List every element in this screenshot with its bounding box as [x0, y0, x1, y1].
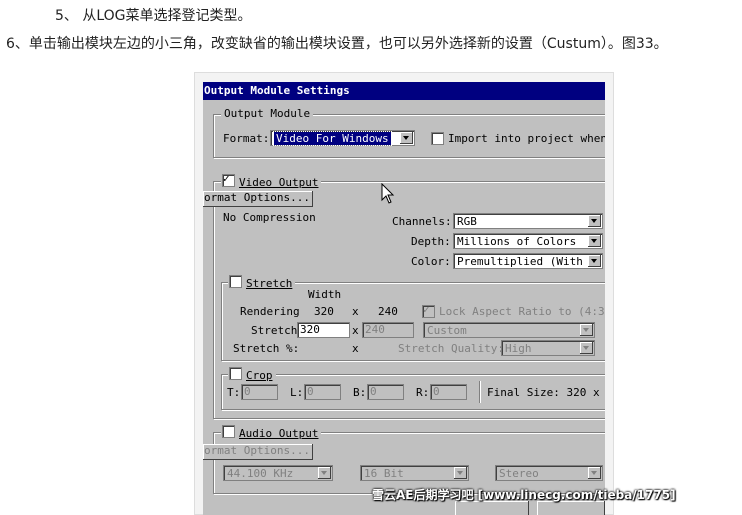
- stretch-preset-value: Custom: [427, 324, 467, 337]
- stretch-quality-label: Stretch Quality:: [398, 342, 504, 355]
- chevron-down-icon[interactable]: [588, 235, 601, 247]
- lock-aspect-checkbox[interactable]: [422, 303, 435, 318]
- depth-select[interactable]: Millions of Colors: [453, 233, 603, 249]
- import-checkbox[interactable]: [431, 132, 444, 145]
- stretch-legend: Stretch: [228, 275, 296, 290]
- audio-channels-value: Stereo: [499, 467, 539, 480]
- crop-t-label: T:: [227, 386, 241, 399]
- crop-l-input[interactable]: 0: [304, 384, 341, 400]
- video-output-legend: Video Output: [221, 172, 322, 189]
- audio-output-checkbox[interactable]: [222, 425, 235, 438]
- rendering-x: x: [352, 305, 359, 318]
- format-label: Format:: [223, 132, 270, 145]
- compression-text: No Compression: [223, 211, 316, 224]
- cancel-button-partial[interactable]: [537, 501, 605, 515]
- crop-label: Crop: [246, 369, 273, 382]
- width-header: Width: [308, 288, 342, 301]
- stretch-percent-label: Stretch %:: [233, 342, 300, 355]
- format-value: Video For Windows: [273, 131, 392, 146]
- ok-button-partial[interactable]: [455, 501, 529, 515]
- audio-rate-value: 44.100 KHz: [227, 467, 294, 480]
- crop-r-label: R:: [416, 386, 430, 399]
- depth-value: Millions of Colors: [457, 235, 577, 248]
- crop-l-label: L:: [290, 386, 304, 399]
- stretch-height-input[interactable]: 240: [362, 322, 414, 338]
- stretch-x: x: [352, 324, 359, 337]
- chevron-down-icon[interactable]: [588, 255, 601, 267]
- crop-t-input[interactable]: 0: [241, 384, 278, 400]
- audio-rate-select[interactable]: 44.100 KHz: [223, 465, 333, 481]
- step-5-text: 5、 从LOG菜单选择登记类型。: [55, 8, 252, 24]
- channels-value: RGB: [457, 215, 477, 228]
- rendering-label: Rendering: [240, 305, 300, 318]
- color-select[interactable]: Premultiplied (With: [453, 253, 603, 269]
- chevron-down-icon[interactable]: [588, 467, 601, 479]
- crop-b-label: B:: [353, 386, 367, 399]
- crop-legend: Crop: [228, 367, 276, 382]
- chevron-down-icon[interactable]: [588, 215, 601, 227]
- video-output-label: Video Output: [239, 176, 319, 189]
- crop-b-input[interactable]: 0: [367, 384, 404, 400]
- stretch-checkbox[interactable]: [229, 275, 242, 288]
- color-label: Color:: [411, 255, 451, 268]
- audio-output-legend: Audio Output: [221, 425, 322, 440]
- step-6-text: 6、单击输出模块左边的小三角，改变缺省的输出模块设置，也可以另外选择新的设置（C…: [6, 36, 668, 52]
- crop-checkbox[interactable]: [229, 367, 242, 380]
- chevron-down-icon[interactable]: [400, 132, 413, 144]
- format-select[interactable]: Video For Windows: [270, 130, 415, 146]
- crop-divider: [479, 381, 480, 403]
- stretch-quality-select[interactable]: High: [501, 340, 595, 356]
- stretch-percent-x: x: [352, 342, 359, 355]
- chevron-down-icon[interactable]: [580, 324, 593, 336]
- stretch-label-group: Stretch: [246, 277, 293, 290]
- audio-output-label: Audio Output: [239, 427, 319, 440]
- stretch-width-input[interactable]: 320: [297, 322, 350, 338]
- import-label: Import into project when d: [448, 132, 605, 145]
- audio-bits-select[interactable]: 16 Bit: [360, 465, 469, 481]
- rendering-width: 320: [314, 305, 334, 318]
- stretch-quality-value: High: [505, 342, 532, 355]
- stretch-label: Stretch: [251, 324, 298, 337]
- output-module-legend: Output Module: [221, 107, 314, 120]
- channels-label: Channels:: [392, 215, 452, 228]
- final-size-text: Final Size: 320 x: [487, 386, 600, 399]
- color-value: Premultiplied (With: [457, 255, 583, 268]
- audio-format-options-button[interactable]: ormat Options...: [203, 444, 313, 460]
- audio-bits-value: 16 Bit: [364, 467, 404, 480]
- output-module-settings-dialog: Output Module Settings Output Module For…: [203, 82, 605, 515]
- chevron-down-icon[interactable]: [580, 342, 593, 354]
- mouse-cursor-icon: [381, 183, 395, 204]
- stretch-preset-select[interactable]: Custom: [423, 322, 595, 338]
- depth-label: Depth:: [411, 235, 451, 248]
- lock-aspect-label: Lock Aspect Ratio to (4:3): [439, 305, 605, 318]
- rendering-height: 240: [378, 305, 398, 318]
- audio-output-group: [213, 432, 605, 494]
- chevron-down-icon[interactable]: [318, 467, 331, 479]
- watermark-text: 雪云AE后期学习吧 [www.linecg.com/tieba/1775]: [372, 488, 676, 502]
- audio-channels-select[interactable]: Stereo: [495, 465, 603, 481]
- chevron-down-icon[interactable]: [454, 467, 467, 479]
- dialog-title: Output Module Settings: [203, 82, 605, 100]
- video-output-checkbox[interactable]: [222, 172, 235, 187]
- video-format-options-button[interactable]: ormat Options...: [203, 191, 313, 207]
- crop-r-input[interactable]: 0: [430, 384, 467, 400]
- channels-select[interactable]: RGB: [453, 213, 603, 229]
